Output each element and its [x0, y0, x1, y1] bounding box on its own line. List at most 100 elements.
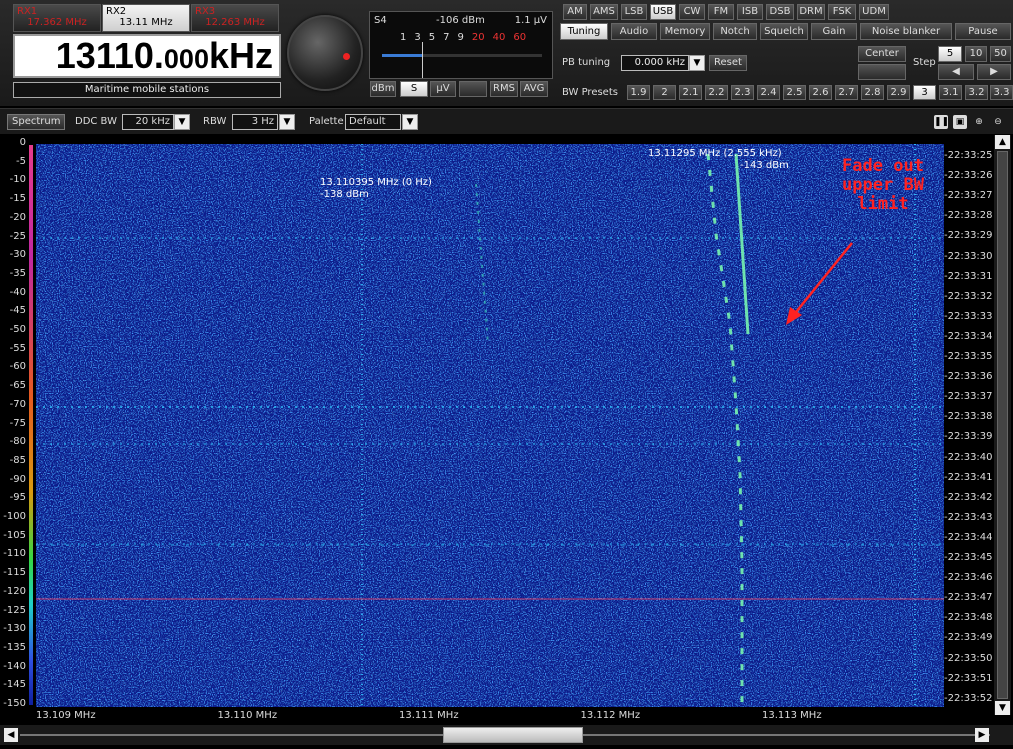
center-sub-button[interactable] [858, 64, 906, 80]
smeter-uv-button[interactable]: µV [430, 81, 456, 97]
mode-lsb[interactable]: LSB [621, 4, 647, 20]
step-50-button[interactable]: 50 [990, 46, 1011, 62]
time-tick-label: -22:33:47 [944, 592, 993, 604]
time-tick-label: -22:33:52 [944, 692, 993, 704]
mode-usb[interactable]: USB [650, 4, 676, 20]
level-tick-label: -140 [3, 660, 26, 672]
vertical-scroll-thumb[interactable] [997, 151, 1008, 699]
smeter-bar-fill [382, 54, 422, 57]
waterfall-display[interactable] [36, 144, 944, 707]
pb-tuning-dropdown-icon[interactable]: ▼ [689, 55, 705, 71]
rbw-dropdown-icon[interactable]: ▼ [279, 114, 295, 130]
bw-preset-2[interactable]: 2 [653, 85, 676, 100]
tab-noise-blanker[interactable]: Noise blanker [860, 23, 952, 40]
mode-cw[interactable]: CW [679, 4, 705, 20]
palette-select[interactable]: Default [345, 114, 401, 130]
tab-audio[interactable]: Audio [611, 23, 657, 40]
reset-button[interactable]: Reset [709, 55, 747, 71]
bw-preset-1-9[interactable]: 1.9 [627, 85, 650, 100]
step-left-button[interactable]: ◀ [938, 64, 974, 80]
step-label: Step [913, 57, 936, 68]
mode-am[interactable]: AM [563, 4, 587, 20]
tab-tuning[interactable]: Tuning [560, 23, 608, 40]
time-tick-label: -22:33:39 [944, 431, 993, 443]
tab-gain[interactable]: Gain [811, 23, 857, 40]
scroll-up-icon[interactable]: ▲ [995, 135, 1010, 149]
smeter-dbm-button[interactable]: dBm [370, 81, 396, 97]
bw-preset-2-1[interactable]: 2.1 [679, 85, 702, 100]
vertical-scrollbar[interactable]: ▲ ▼ [994, 135, 1011, 715]
ddc-bw-dropdown-icon[interactable]: ▼ [174, 114, 190, 130]
bw-preset-2-6[interactable]: 2.6 [809, 85, 832, 100]
level-tick-label: -130 [3, 623, 26, 635]
bw-preset-3-1[interactable]: 3.1 [939, 85, 962, 100]
rbw-select[interactable]: 3 Hz [232, 114, 278, 130]
tab-notch[interactable]: Notch [713, 23, 757, 40]
zoom-out-icon[interactable]: ⊖ [991, 115, 1005, 129]
mode-dsb[interactable]: DSB [766, 4, 794, 20]
bw-preset-3-3[interactable]: 3.3 [990, 85, 1013, 100]
mode-udm[interactable]: UDM [859, 4, 889, 20]
band-label: Maritime mobile stations [13, 82, 281, 98]
bw-preset-2-4[interactable]: 2.4 [757, 85, 780, 100]
bw-preset-3[interactable]: 3 [913, 85, 936, 100]
mode-fm[interactable]: FM [708, 4, 734, 20]
mode-isb[interactable]: ISB [737, 4, 763, 20]
smeter-needle [422, 42, 423, 78]
palette-dropdown-icon[interactable]: ▼ [402, 114, 418, 130]
center-button[interactable]: Center [858, 46, 906, 62]
save-icon[interactable]: ▣ [953, 115, 967, 129]
smeter-dbm: -106 dBm [436, 15, 485, 26]
pause-icon[interactable]: ❚❚ [934, 115, 949, 129]
time-tick-label: -22:33:36 [944, 371, 993, 383]
level-tick-label: -95 [9, 492, 26, 504]
pb-tuning-field[interactable]: 0.000 kHz [621, 55, 689, 71]
smeter-rms-button[interactable]: RMS [490, 81, 518, 97]
frequency-axis: 13.109 MHz 13.110 MHz 13.111 MHz 13.112 MHz… [36, 710, 944, 724]
horizontal-scrollbar[interactable]: ◀ ▶ [0, 725, 1013, 745]
bw-preset-2-9[interactable]: 2.9 [887, 85, 910, 100]
bw-preset-2-2[interactable]: 2.2 [705, 85, 728, 100]
step-5-button[interactable]: 5 [938, 46, 962, 62]
spectrum-button[interactable]: Spectrum [7, 114, 66, 130]
tab-squelch[interactable]: Squelch [760, 23, 808, 40]
scroll-right-icon[interactable]: ▶ [975, 728, 989, 742]
time-tick-label: -22:33:38 [944, 411, 993, 423]
rx1-tab[interactable]: RX1 17.362 MHz [13, 4, 101, 32]
smeter-blank-button[interactable] [459, 81, 487, 97]
mode-ams[interactable]: AMS [590, 4, 618, 20]
bw-preset-3-2[interactable]: 3.2 [965, 85, 988, 100]
frequency-display[interactable]: 13110.000kHz [13, 34, 281, 78]
annotation-arrow-icon [786, 242, 853, 325]
palette-label: Palette [309, 116, 344, 127]
zoom-in-icon[interactable]: ⊕ [972, 115, 986, 129]
ddc-bw-select[interactable]: 20 kHz [122, 114, 174, 130]
bw-preset-2-3[interactable]: 2.3 [731, 85, 754, 100]
tab-memory[interactable]: Memory [660, 23, 710, 40]
marker-2-freq: 13.11295 MHz (2.555 kHz) [648, 148, 782, 159]
tuning-knob[interactable] [287, 15, 363, 91]
step-right-button[interactable]: ▶ [977, 64, 1011, 80]
level-tick-label: -50 [9, 324, 26, 335]
mode-fsk[interactable]: FSK [828, 4, 856, 20]
frequency-tick-label: 13.109 MHz [36, 710, 96, 721]
time-tick-label: -22:33:43 [944, 511, 993, 523]
tab-pause[interactable]: Pause [955, 23, 1011, 40]
bw-preset-2-8[interactable]: 2.8 [861, 85, 884, 100]
step-10-button[interactable]: 10 [965, 46, 987, 62]
rx3-tab[interactable]: RX3 12.263 MHz [191, 4, 279, 32]
rx2-tab[interactable]: RX2 13.11 MHz [102, 4, 190, 32]
marker-2-level: -143 dBm [740, 160, 789, 171]
smeter-avg-button[interactable]: AVG [520, 81, 548, 97]
time-tick-label: -22:33:51 [944, 672, 993, 684]
level-tick-label: -135 [3, 641, 26, 653]
bw-preset-2-5[interactable]: 2.5 [783, 85, 806, 100]
palette-legend [29, 145, 33, 705]
mode-drm[interactable]: DRM [797, 4, 825, 20]
scroll-left-icon[interactable]: ◀ [4, 728, 18, 742]
bw-preset-2-7[interactable]: 2.7 [835, 85, 858, 100]
horizontal-scroll-thumb[interactable] [443, 727, 583, 743]
smeter-s-button[interactable]: S [400, 81, 428, 97]
scroll-down-icon[interactable]: ▼ [995, 701, 1010, 715]
level-tick-label: -55 [9, 342, 26, 354]
